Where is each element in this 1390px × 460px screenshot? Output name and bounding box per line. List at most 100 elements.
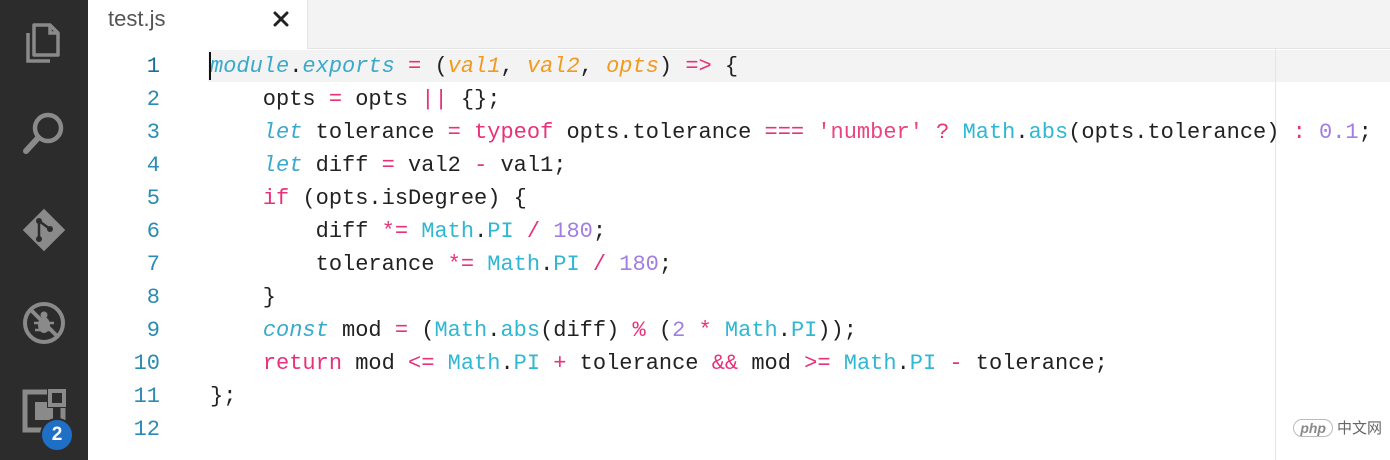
code-token: <=: [408, 351, 435, 376]
code-token: ===: [764, 120, 805, 145]
code-line[interactable]: 5 if (opts.isDegree) {: [88, 182, 1390, 215]
code-token: Math: [843, 351, 897, 376]
code-token: 2: [672, 318, 686, 343]
line-number: 5: [146, 186, 160, 211]
code-line[interactable]: 12: [88, 413, 1390, 446]
code-token: ));: [817, 318, 857, 343]
text-cursor: [209, 52, 211, 80]
code-token: PI: [790, 318, 818, 343]
code-line[interactable]: 11};: [88, 380, 1390, 413]
tab-test-js[interactable]: test.js: [88, 0, 308, 49]
code-token: .: [540, 252, 554, 277]
line-code: }: [210, 281, 276, 314]
code-token: ;: [592, 219, 607, 244]
php-logo: php: [1293, 418, 1333, 437]
code-token: return: [262, 351, 343, 376]
code-token: .: [777, 318, 791, 343]
code-token: *: [698, 318, 712, 343]
code-token: mod: [328, 318, 395, 343]
code-token: .: [500, 351, 514, 376]
line-number: 7: [146, 252, 160, 277]
debug-icon[interactable]: [0, 290, 88, 356]
code-token: +: [553, 351, 567, 376]
code-token: (diff): [540, 318, 633, 343]
activity-bar: 2: [0, 0, 88, 460]
code-line[interactable]: 4 let diff = val2 - val1;: [88, 149, 1390, 182]
code-token: Math: [434, 318, 488, 343]
line-number: 11: [133, 384, 160, 409]
code-token: /: [592, 252, 607, 277]
code-token: Math: [421, 219, 475, 244]
tab-title: test.js: [108, 6, 166, 31]
code-token: if: [262, 186, 290, 211]
line-code: const mod = (Math.abs(diff) % (2 * Math.…: [210, 314, 857, 347]
code-token: tolerance: [566, 351, 712, 376]
code-line[interactable]: 6 diff *= Math.PI / 180;: [88, 215, 1390, 248]
line-number: 2: [146, 87, 160, 112]
code-token: tolerance: [210, 252, 448, 277]
line-code: return mod <= Math.PI + tolerance && mod…: [210, 347, 1108, 380]
code-token: =: [394, 318, 409, 343]
code-token: Math: [962, 120, 1016, 145]
code-token: -: [474, 153, 488, 178]
code-token: -: [949, 351, 963, 376]
code-token: .: [289, 54, 303, 79]
code-token: =: [381, 153, 395, 178]
code-token: abs: [500, 318, 541, 343]
code-token: Math: [447, 351, 501, 376]
git-icon[interactable]: [0, 197, 88, 263]
code-token: PI: [553, 252, 580, 277]
code-line[interactable]: 9 const mod = (Math.abs(diff) % (2 * Mat…: [88, 314, 1390, 347]
code-token: (: [421, 54, 448, 79]
code-token: ;: [1358, 120, 1372, 145]
files-icon[interactable]: [0, 10, 88, 76]
code-token: ,: [579, 54, 607, 79]
code-token: exports: [302, 54, 395, 79]
code-token: =: [447, 120, 461, 145]
code-token: {: [711, 54, 739, 79]
code-token: ?: [936, 120, 950, 145]
code-line[interactable]: 1 module.exports = (val1, val2, opts) => …: [88, 50, 1390, 83]
code-token: opts: [210, 87, 329, 112]
line-number: 3: [146, 120, 160, 145]
code-token: mod: [342, 351, 409, 376]
search-icon[interactable]: [0, 100, 88, 166]
code-token: mod: [738, 351, 805, 376]
code-token: abs: [1028, 120, 1069, 145]
watermark: php 中文网: [1293, 417, 1382, 438]
close-icon[interactable]: [270, 8, 292, 30]
code-line[interactable]: 10 return mod <= Math.PI + tolerance && …: [88, 347, 1390, 380]
line-number: 9: [146, 318, 160, 343]
code-line[interactable]: 3 let tolerance = typeof opts.tolerance …: [88, 116, 1390, 149]
line-code: if (opts.isDegree) {: [210, 182, 527, 215]
code-token: opts: [606, 54, 659, 79]
code-token: *=: [447, 252, 475, 277]
code-token: ||: [421, 87, 448, 112]
code-token: :: [1292, 120, 1306, 145]
code-editor[interactable]: 1 module.exports = (val1, val2, opts) => …: [88, 49, 1390, 460]
line-code: let tolerance = typeof opts.tolerance ==…: [210, 116, 1372, 149]
code-line[interactable]: 7 tolerance *= Math.PI / 180;: [88, 248, 1390, 281]
code-token: PI: [909, 351, 937, 376]
code-line[interactable]: 8 }: [88, 281, 1390, 314]
code-token: PI: [487, 219, 514, 244]
code-token: >=: [804, 351, 831, 376]
code-line[interactable]: 2 opts = opts || {};: [88, 83, 1390, 116]
code-token: =>: [685, 54, 712, 79]
code-token: let: [262, 153, 303, 178]
code-token: val2: [526, 54, 580, 79]
code-token: val1: [447, 54, 501, 79]
